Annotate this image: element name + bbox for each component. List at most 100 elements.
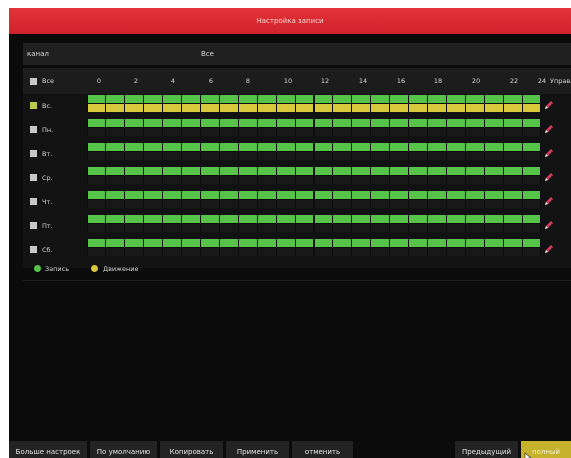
- hour-cell[interactable]: [446, 95, 465, 103]
- copy-button[interactable]: Копировать: [160, 441, 223, 458]
- empty-cell[interactable]: [390, 152, 409, 160]
- hour-cell[interactable]: [465, 143, 484, 151]
- motion-cell[interactable]: [503, 104, 522, 112]
- motion-cell[interactable]: [390, 104, 409, 112]
- hour-cell[interactable]: [163, 119, 182, 127]
- hour-cell[interactable]: [352, 143, 371, 151]
- empty-cell[interactable]: [503, 176, 522, 184]
- empty-cell[interactable]: [522, 200, 541, 208]
- empty-cell[interactable]: [106, 176, 125, 184]
- hour-cell[interactable]: [87, 119, 106, 127]
- hour-cell[interactable]: [125, 143, 144, 151]
- hour-cell[interactable]: [314, 239, 333, 247]
- hour-cell[interactable]: [314, 95, 333, 103]
- motion-cell[interactable]: [295, 104, 314, 112]
- hour-cell[interactable]: [106, 215, 125, 223]
- empty-cell[interactable]: [257, 152, 276, 160]
- hour-cell[interactable]: [238, 239, 257, 247]
- hour-cell[interactable]: [201, 167, 219, 175]
- hour-cell[interactable]: [333, 95, 352, 103]
- default-button[interactable]: По умолчанию: [90, 441, 157, 458]
- hour-cell[interactable]: [503, 191, 522, 199]
- hour-cell[interactable]: [522, 215, 541, 223]
- hour-cell[interactable]: [201, 239, 219, 247]
- empty-cell[interactable]: [238, 248, 257, 256]
- hour-cell[interactable]: [428, 95, 446, 103]
- hour-cell[interactable]: [87, 167, 106, 175]
- motion-cell[interactable]: [238, 104, 257, 112]
- hour-cell[interactable]: [333, 167, 352, 175]
- empty-cell[interactable]: [106, 152, 125, 160]
- hour-cell[interactable]: [144, 167, 163, 175]
- empty-cell[interactable]: [276, 200, 295, 208]
- hour-cell[interactable]: [352, 95, 371, 103]
- hour-cell[interactable]: [257, 191, 276, 199]
- hour-cell[interactable]: [428, 239, 446, 247]
- hour-cell[interactable]: [503, 167, 522, 175]
- empty-cell[interactable]: [333, 128, 352, 136]
- channel-selector[interactable]: канал Все: [23, 43, 571, 65]
- empty-cell[interactable]: [503, 152, 522, 160]
- empty-cell[interactable]: [465, 152, 484, 160]
- empty-cell[interactable]: [87, 128, 106, 136]
- hour-cell[interactable]: [87, 239, 106, 247]
- motion-cell[interactable]: [106, 104, 125, 112]
- hour-cell[interactable]: [163, 143, 182, 151]
- hour-cell[interactable]: [503, 239, 522, 247]
- hour-cell[interactable]: [484, 191, 503, 199]
- hour-cell[interactable]: [201, 143, 219, 151]
- hour-cell[interactable]: [484, 119, 503, 127]
- empty-cell[interactable]: [333, 152, 352, 160]
- hour-cell[interactable]: [484, 167, 503, 175]
- empty-cell[interactable]: [390, 248, 409, 256]
- hour-cell[interactable]: [409, 215, 427, 223]
- empty-cell[interactable]: [371, 224, 390, 232]
- empty-cell[interactable]: [409, 128, 427, 136]
- hour-cell[interactable]: [238, 215, 257, 223]
- empty-cell[interactable]: [163, 152, 182, 160]
- hour-cell[interactable]: [409, 167, 427, 175]
- empty-cell[interactable]: [144, 224, 163, 232]
- empty-cell[interactable]: [201, 128, 219, 136]
- empty-cell[interactable]: [106, 128, 125, 136]
- empty-cell[interactable]: [314, 152, 333, 160]
- hour-cell[interactable]: [182, 239, 200, 247]
- motion-cell[interactable]: [201, 104, 219, 112]
- empty-cell[interactable]: [182, 248, 200, 256]
- edit-icon[interactable]: [544, 220, 554, 230]
- empty-cell[interactable]: [125, 248, 144, 256]
- empty-cell[interactable]: [409, 152, 427, 160]
- hour-cell[interactable]: [182, 119, 200, 127]
- empty-cell[interactable]: [144, 176, 163, 184]
- hour-cell[interactable]: [295, 119, 314, 127]
- hour-cell[interactable]: [484, 215, 503, 223]
- hour-cell[interactable]: [428, 191, 446, 199]
- hour-cell[interactable]: [87, 191, 106, 199]
- hour-cell[interactable]: [371, 215, 390, 223]
- empty-cell[interactable]: [503, 200, 522, 208]
- hour-cell[interactable]: [182, 143, 200, 151]
- empty-cell[interactable]: [484, 152, 503, 160]
- hour-cell[interactable]: [503, 215, 522, 223]
- hour-cell[interactable]: [484, 143, 503, 151]
- hour-cell[interactable]: [238, 119, 257, 127]
- hour-cell[interactable]: [390, 239, 409, 247]
- hour-cell[interactable]: [352, 215, 371, 223]
- hour-cell[interactable]: [522, 143, 541, 151]
- hour-cell[interactable]: [257, 215, 276, 223]
- empty-cell[interactable]: [465, 224, 484, 232]
- day-checkbox-tuesday[interactable]: [30, 150, 37, 157]
- empty-cell[interactable]: [163, 200, 182, 208]
- hour-cell[interactable]: [503, 143, 522, 151]
- motion-cell[interactable]: [352, 104, 371, 112]
- hour-cell[interactable]: [446, 191, 465, 199]
- hour-cell[interactable]: [219, 239, 238, 247]
- empty-cell[interactable]: [314, 176, 333, 184]
- hour-cell[interactable]: [352, 119, 371, 127]
- empty-cell[interactable]: [257, 176, 276, 184]
- hour-cell[interactable]: [219, 119, 238, 127]
- hour-cell[interactable]: [257, 119, 276, 127]
- empty-cell[interactable]: [484, 248, 503, 256]
- empty-cell[interactable]: [352, 176, 371, 184]
- hour-cell[interactable]: [163, 167, 182, 175]
